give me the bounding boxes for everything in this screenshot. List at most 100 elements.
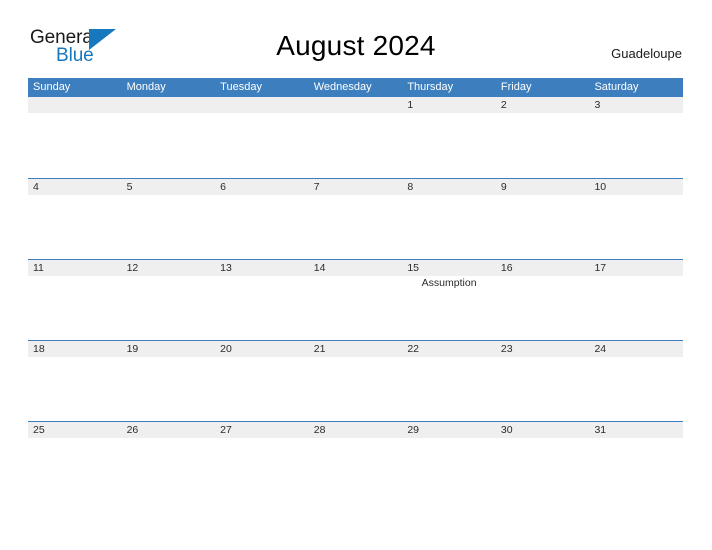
day-number-band (402, 179, 496, 195)
calendar-day-cell[interactable]: 19 (121, 341, 216, 421)
day-number: 11 (33, 262, 44, 274)
day-number: 19 (126, 343, 139, 355)
day-number: 5 (126, 181, 133, 193)
calendar-day-cell-empty[interactable] (121, 97, 216, 178)
calendar-day-cell[interactable]: 31 (589, 422, 684, 502)
weekday-header-tuesday: Tuesday (220, 81, 262, 93)
calendar-day-cell[interactable]: 28 (308, 422, 403, 502)
holiday-event-label: Assumption (421, 277, 477, 289)
calendar-day-cell[interactable]: 11 (28, 260, 122, 340)
calendar-day-cell[interactable]: 24 (589, 341, 684, 421)
day-number-band (495, 179, 590, 195)
day-number: 16 (500, 262, 513, 274)
calendar-day-cell[interactable]: 15 Assumption (402, 260, 496, 340)
calendar-day-cell[interactable]: 10 (589, 179, 684, 259)
calendar-day-cell-empty[interactable] (308, 97, 403, 178)
day-number: 22 (407, 343, 419, 355)
day-number-band (495, 97, 590, 113)
calendar-week-row: 25 26 27 28 29 30 31 (28, 421, 684, 502)
day-number: 1 (407, 99, 414, 111)
day-number-band (215, 97, 309, 113)
calendar-day-cell[interactable]: 8 (402, 179, 496, 259)
day-number-band (402, 97, 496, 113)
calendar-week-row: 18 19 20 21 22 23 24 (28, 340, 684, 421)
calendar-day-cell[interactable]: 12 (121, 260, 216, 340)
day-number: 24 (594, 343, 607, 355)
calendar-day-cell[interactable]: 18 (28, 341, 122, 421)
calendar-day-cell[interactable]: 14 (308, 260, 403, 340)
day-number: 25 (33, 424, 45, 436)
day-number: 15 (407, 262, 419, 274)
day-number-band (121, 97, 216, 113)
weekday-header-saturday: Saturday (594, 81, 639, 93)
calendar-day-cell[interactable]: 29 (402, 422, 496, 502)
day-number: 7 (313, 181, 320, 193)
day-number: 27 (220, 424, 232, 436)
calendar-day-cell[interactable]: 30 (495, 422, 590, 502)
day-number: 20 (220, 343, 232, 355)
calendar-week-row: 4 5 6 7 8 9 10 (28, 178, 684, 259)
calendar-day-cell[interactable]: 25 (28, 422, 122, 502)
day-number-band (589, 97, 684, 113)
day-number: 2 (500, 99, 507, 111)
day-events: Assumption (402, 277, 496, 290)
calendar-day-cell[interactable]: 17 (589, 260, 684, 340)
day-number-band (215, 179, 309, 195)
calendar-day-cell-empty[interactable] (28, 97, 122, 178)
weekday-header-friday: Friday (500, 81, 532, 93)
calendar-day-cell[interactable]: 7 (308, 179, 403, 259)
calendar-day-cell[interactable]: 27 (215, 422, 309, 502)
day-number: 3 (594, 99, 601, 111)
calendar-day-cell[interactable]: 2 (495, 97, 590, 178)
calendar-weeks: 1 2 3 4 5 6 7 8 9 10 11 12 13 14 15 Assumption 16 17 18 19 2… (28, 97, 684, 502)
day-number: 13 (220, 262, 232, 274)
calendar-day-cell[interactable]: 1 (402, 97, 496, 178)
day-number: 10 (594, 181, 607, 193)
calendar-page: General Blue August 2024 Guadeloupe Sund… (0, 0, 712, 550)
calendar-day-cell[interactable]: 20 (215, 341, 309, 421)
day-number: 8 (407, 181, 414, 193)
calendar-day-cell[interactable]: 16 (495, 260, 590, 340)
day-number: 18 (33, 343, 45, 355)
day-number: 28 (313, 424, 326, 436)
calendar-day-cell[interactable]: 13 (215, 260, 309, 340)
weekday-header-row: Sunday Monday Tuesday Wednesday Thursday… (28, 78, 683, 97)
day-number: 14 (313, 262, 326, 274)
day-number: 31 (594, 424, 607, 436)
day-number: 26 (126, 424, 139, 436)
calendar-day-cell[interactable]: 3 (589, 97, 684, 178)
calendar-day-cell[interactable]: 5 (121, 179, 216, 259)
day-number: 12 (126, 262, 139, 274)
calendar-day-cell[interactable]: 21 (308, 341, 403, 421)
day-number: 21 (313, 343, 326, 355)
day-number: 17 (594, 262, 607, 274)
calendar-day-cell[interactable]: 26 (121, 422, 216, 502)
day-number: 9 (500, 181, 507, 193)
calendar-day-cell[interactable]: 23 (495, 341, 590, 421)
day-number-band (121, 179, 216, 195)
region-label: Guadeloupe (611, 46, 682, 61)
page-header: General Blue August 2024 Guadeloupe (0, 0, 712, 76)
day-number: 4 (33, 181, 39, 193)
weekday-header-wednesday: Wednesday (313, 81, 372, 93)
weekday-header-monday: Monday (126, 81, 166, 93)
calendar-grid: Sunday Monday Tuesday Wednesday Thursday… (28, 78, 684, 502)
day-number: 23 (500, 343, 513, 355)
day-number: 6 (220, 181, 226, 193)
calendar-week-row: 1 2 3 (28, 97, 684, 178)
calendar-week-row: 11 12 13 14 15 Assumption 16 17 (28, 259, 684, 340)
day-number: 29 (407, 424, 419, 436)
calendar-day-cell[interactable]: 6 (215, 179, 309, 259)
weekday-header-thursday: Thursday (407, 81, 454, 93)
day-number-band (28, 97, 122, 113)
day-number: 30 (500, 424, 513, 436)
day-number-band (28, 179, 122, 195)
calendar-day-cell[interactable]: 22 (402, 341, 496, 421)
calendar-day-cell[interactable]: 4 (28, 179, 122, 259)
calendar-day-cell[interactable]: 9 (495, 179, 590, 259)
weekday-header-sunday: Sunday (33, 81, 71, 93)
page-title: August 2024 (276, 30, 436, 61)
day-number-band (308, 97, 403, 113)
day-number-band (308, 179, 403, 195)
calendar-day-cell-empty[interactable] (215, 97, 309, 178)
